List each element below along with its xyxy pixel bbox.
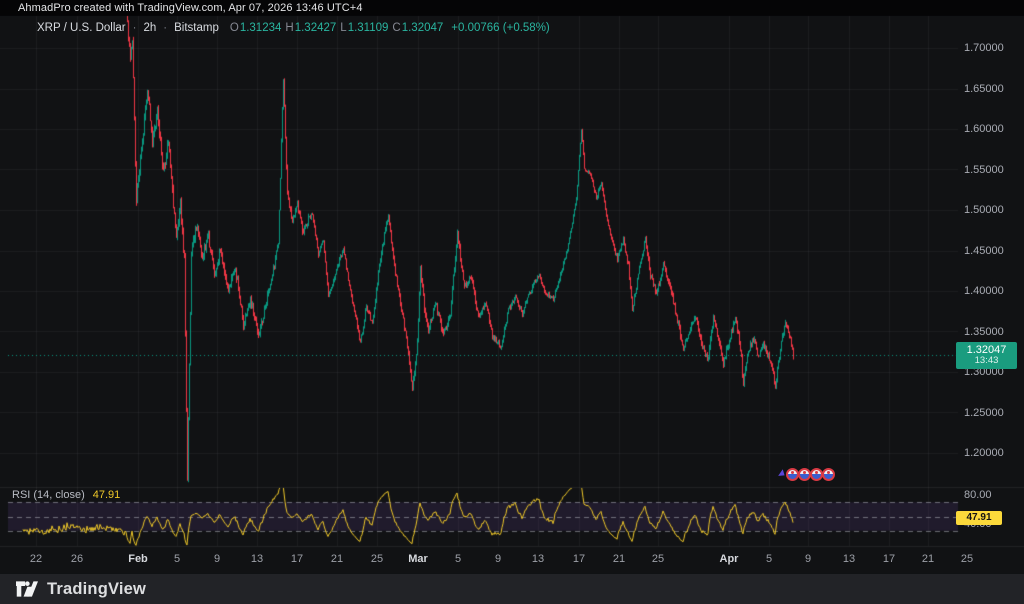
time-tick-label: 26 (70, 553, 84, 565)
time-tick-label: 5 (454, 553, 462, 565)
time-tick-label: Apr (719, 553, 739, 565)
time-tick-label: 9 (804, 553, 812, 565)
rsi-tick-label: 80.00 (964, 489, 992, 502)
legend-separator: · (163, 22, 168, 34)
circle-flag-sticker-icon[interactable] (822, 467, 835, 481)
price-tick-label: 1.45000 (964, 244, 1004, 257)
time-tick-label: 5 (765, 553, 773, 565)
price-chart-canvas[interactable] (0, 0, 1024, 604)
brand-name[interactable]: TradingView (47, 580, 146, 599)
price-tick-label: 1.70000 (964, 42, 1004, 54)
footer-bar: TradingView (0, 574, 1024, 604)
time-tick-label: 21 (612, 553, 626, 565)
rsi-value: 47.91 (92, 489, 121, 501)
time-tick-label: 21 (330, 553, 344, 565)
time-tick-label: 21 (921, 553, 935, 565)
time-tick-label: 25 (370, 553, 384, 565)
symbol-legend: XRP / U.S. Dollar · 2h · Bitstamp O1.312… (37, 21, 550, 35)
change-value: +0.00766 (+0.58%) (451, 22, 550, 34)
ohlc-value: 1.31109 (347, 22, 389, 34)
price-tick-label: 1.55000 (964, 163, 1004, 176)
time-tick-label: 13 (842, 553, 856, 565)
ohlc-key: C (392, 22, 401, 34)
tradingview-snapshot: AhmadPro created with TradingView.com, A… (0, 0, 1024, 604)
ohlc-key: H (285, 22, 294, 34)
interval-label[interactable]: 2h (143, 22, 156, 34)
time-tick-label: 9 (213, 553, 221, 565)
legend-separator: · (132, 22, 137, 34)
price-tick-label: 1.40000 (964, 285, 1004, 297)
ohlc-value: 1.32427 (294, 22, 337, 34)
time-tick-label: 25 (960, 553, 974, 565)
symbol-title[interactable]: XRP / U.S. Dollar (37, 22, 126, 34)
tradingview-logo-icon[interactable] (16, 581, 38, 597)
time-tick-label: Mar (408, 553, 428, 565)
last-price-time: 13:43 (974, 355, 999, 367)
time-tick-label: 17 (572, 553, 586, 565)
time-tick-label: 17 (882, 553, 896, 565)
time-tick-label: 17 (290, 553, 304, 565)
price-tick-label: 1.65000 (964, 82, 1004, 95)
time-tick-label: 13 (531, 553, 545, 565)
time-tick-label: 25 (651, 553, 665, 565)
price-tick-label: 1.35000 (964, 325, 1004, 338)
last-price-badge: 1.32047 13:43 (956, 342, 1017, 370)
time-tick-label: 9 (494, 553, 502, 565)
time-tick-label: 5 (173, 553, 181, 565)
ohlc-value: 1.31234 (239, 22, 282, 34)
ohlc-value: 1.32047 (401, 22, 444, 34)
ohlc-values: O1.31234 H1.32427 L1.31109 C1.32047 (226, 22, 443, 34)
price-tick-label: 1.20000 (964, 447, 1004, 459)
exchange-label: Bitstamp (174, 22, 219, 34)
rsi-value-badge: 47.91 (956, 510, 1002, 525)
time-tick-label: 22 (29, 553, 43, 565)
ohlc-key: O (229, 22, 239, 34)
time-tick-label: 13 (250, 553, 264, 565)
price-tick-label: 1.50000 (964, 204, 1004, 216)
price-tick-label: 1.25000 (964, 406, 1004, 419)
time-tick-label: Feb (128, 553, 148, 565)
rsi-title[interactable]: RSI (14, close) (12, 489, 85, 501)
price-tick-label: 1.60000 (964, 123, 1004, 135)
ohlc-key: L (340, 22, 347, 34)
rsi-legend: RSI (14, close) 47.91 (12, 489, 120, 501)
emoji-stickers-drawing[interactable] (778, 464, 835, 484)
